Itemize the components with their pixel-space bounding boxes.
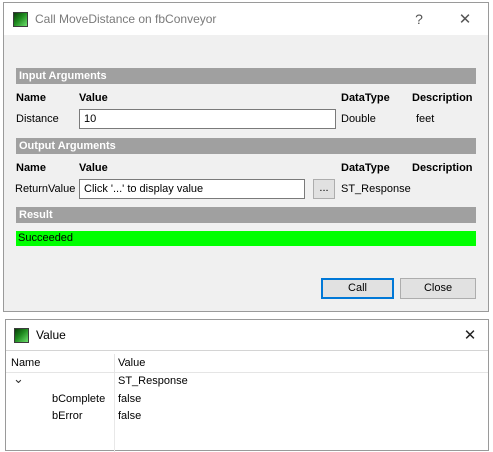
close-icon: ✕ <box>463 327 477 344</box>
returnvalue-field[interactable]: Click '...' to display value <box>79 179 305 199</box>
input-arguments-header: Input Arguments <box>16 68 476 84</box>
twincat-app-icon <box>13 12 28 27</box>
result-header: Result <box>16 207 476 223</box>
dialog-titlebar[interactable]: Call MoveDistance on fbConveyor ? ✕ <box>4 3 488 35</box>
input-col-datatype: DataType <box>341 92 390 104</box>
distance-label: Distance <box>16 113 59 125</box>
call-method-dialog: Call MoveDistance on fbConveyor ? ✕ Inpu… <box>3 2 489 312</box>
berror-value: false <box>118 410 142 422</box>
output-col-datatype: DataType <box>341 162 390 174</box>
distance-description: feet <box>416 113 435 125</box>
tree-col-name[interactable]: Name <box>11 357 40 369</box>
twincat-app-icon <box>14 328 29 343</box>
value-close-button[interactable]: ✕ <box>452 320 488 350</box>
input-col-description: Description <box>412 92 473 104</box>
close-button[interactable]: Close <box>400 278 476 299</box>
dialog-title: Call MoveDistance on fbConveyor <box>35 12 217 26</box>
distance-datatype: Double <box>341 113 376 125</box>
output-col-description: Description <box>412 162 473 174</box>
tree-row[interactable]: bComplete false <box>6 391 488 408</box>
bcomplete-name: bComplete <box>52 393 106 405</box>
input-col-name: Name <box>16 92 46 104</box>
result-status-bar: Succeeded <box>16 231 476 246</box>
bcomplete-value: false <box>118 393 142 405</box>
dialog-close-button[interactable]: ✕ <box>445 3 485 35</box>
root-value: ST_Response <box>118 375 188 387</box>
value-window-title: Value <box>36 328 66 342</box>
call-button[interactable]: Call <box>321 278 394 299</box>
value-tree-header: Name Value <box>6 354 488 373</box>
help-button[interactable]: ? <box>399 3 439 35</box>
returnvalue-label: ReturnValue <box>15 183 76 195</box>
output-arguments-header: Output Arguments <box>16 138 476 154</box>
tree-row[interactable]: bError false <box>6 408 488 425</box>
returnvalue-datatype: ST_Response <box>341 183 411 195</box>
distance-input[interactable]: 10 <box>79 109 336 129</box>
chevron-down-icon[interactable]: ⌄ <box>13 370 24 387</box>
tree-col-value[interactable]: Value <box>118 357 145 369</box>
output-col-value: Value <box>79 162 108 174</box>
input-col-value: Value <box>79 92 108 104</box>
show-value-button[interactable]: ... <box>313 179 335 199</box>
tree-column-divider[interactable] <box>114 354 115 372</box>
value-window: Value ✕ Name Value ⌄ ST_Response bComple… <box>5 319 489 452</box>
output-col-name: Name <box>16 162 46 174</box>
help-icon: ? <box>415 11 423 27</box>
close-icon: ✕ <box>458 11 472 28</box>
berror-name: bError <box>52 410 83 422</box>
value-titlebar[interactable]: Value ✕ <box>6 320 488 350</box>
tree-row-root[interactable]: ⌄ ST_Response <box>6 370 488 390</box>
